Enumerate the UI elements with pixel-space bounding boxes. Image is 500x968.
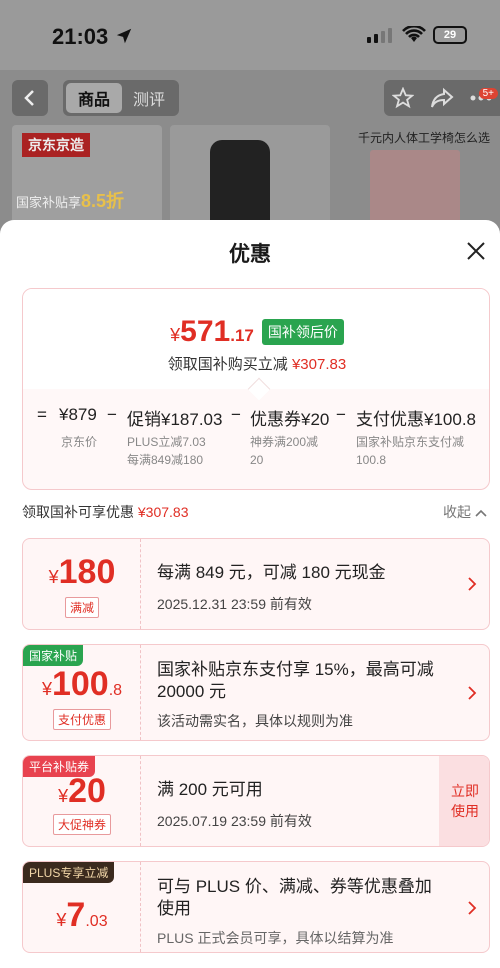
formula-op: − [107,405,117,424]
formula-label: PLUS立减7.03 每满849减180 [127,435,206,467]
battery-icon: 29 [433,26,467,44]
coupon-amount: ¥100.8 [41,665,123,703]
coupon-kind: 支付优惠 [23,709,141,730]
final-price: ¥ 571 .17 国补领后价 [23,315,489,349]
coupon-description: 每满 849 元，可减 180 元现金 [157,563,386,582]
use-now-button[interactable]: 立即 使用 [439,756,489,846]
back-button[interactable] [12,80,48,116]
product-nav-bar: 商品 测评 5+ [0,70,500,125]
banner-brand-image: 京东京造 国家补贴享8.5折 [12,125,162,225]
tab-product[interactable]: 商品 [66,83,122,113]
chevron-right-icon [468,901,477,915]
formula-value: 优惠券¥20 [250,410,330,429]
coupon-kind: 满减 [23,597,141,618]
formula-op: = [37,405,47,424]
close-icon[interactable] [465,240,487,262]
price-summary-card: ¥ 571 .17 国补领后价 领取国补购买立减 ¥307.83 = ¥879 … [22,288,490,490]
total-discount-line: 领取国补购买立减 ¥307.83 [167,356,347,373]
formula-label: 神券满200减 20 [250,435,319,467]
brand-logo: 京东京造 [22,133,90,157]
formula-value: ¥879 [59,405,97,424]
coupon-corner-tag: 国家补贴 [23,645,84,666]
coupon-corner-tag: PLUS专享立减 [23,862,115,883]
status-time: 21:03 [52,24,109,49]
coupon-card-platform[interactable]: 平台补贴券 ¥20 大促神券 满 200 元可用 2025.07.19 23:5… [22,755,490,847]
guide-title: 千元内人体工学椅怎么选 [358,131,491,145]
formula-label: 京东价 [61,435,98,449]
chair-image [210,140,270,225]
coupon-note: PLUS 正式会员可享，具体以结算为准 [157,930,394,946]
cellular-signal-icon [367,28,392,43]
formula-label: 国家补贴京东支付减 100.8 [356,435,465,467]
formula-value: 促销¥187.03 [127,410,223,429]
final-price-area: ¥ 571 .17 国补领后价 领取国补购买立减 ¥307.83 [23,289,489,389]
coupon-card-full-reduction[interactable]: ¥180 满减 每满 849 元，可减 180 元现金 2025.12.31 2… [22,538,490,630]
coupon-validity: 2025.07.19 23:59 前有效 [157,813,312,829]
coupon-validity: 2025.12.31 23:59 前有效 [157,596,312,612]
wifi-icon [402,26,426,42]
formula-op: − [231,405,241,424]
formula-value: 支付优惠¥100.8 [356,410,476,429]
coupon-amount: ¥20 [58,772,106,810]
formula-op: − [336,405,346,424]
section-heading: 领取国补可享优惠 ¥307.83 [22,504,189,520]
notification-badge: 5+ [478,88,498,99]
tab-switcher: 商品 测评 [63,80,179,116]
banner-chair-image [170,125,330,225]
share-icon[interactable] [430,87,454,109]
banner-guide: 千元内人体工学椅怎么选 [350,125,500,225]
price-tag: 国补领后价 [261,319,344,345]
location-arrow-icon [116,28,132,44]
chevron-right-icon [468,577,477,591]
chevron-right-icon [468,686,477,700]
coupon-description: 国家补贴京东支付享 15%，最高可减 20000 元 [157,660,434,701]
coupon-kind: 大促神券 [23,814,141,835]
sheet-title: 优惠 [229,243,271,266]
coupon-amount: ¥180 [48,553,116,591]
coupon-amount: ¥7.03 [56,896,108,934]
coupon-note: 该活动需实名，具体以规则为准 [157,713,353,729]
chevron-left-icon [24,90,34,106]
star-icon[interactable] [392,87,414,109]
product-banner: 京东京造 国家补贴享8.5折 千元内人体工学椅怎么选 [0,125,500,225]
tab-review[interactable]: 测评 [122,86,176,110]
guide-image [370,150,460,225]
status-bar: 21:03 29 [0,0,500,70]
coupon-description: 满 200 元可用 [157,780,263,799]
header-actions: 5+ [384,80,500,116]
discount-sheet: 优惠 ¥ 571 .17 国补领后价 领取国补购买立减 ¥307.83 = ¥8… [0,220,500,968]
subsidy-text: 国家补贴享8.5折 [16,191,125,211]
chevron-up-icon [475,509,487,517]
coupon-card-national-subsidy[interactable]: 国家补贴 ¥100.8 支付优惠 国家补贴京东支付享 15%，最高可减 2000… [22,644,490,741]
collapse-button[interactable]: 收起 [443,502,487,522]
coupon-card-plus[interactable]: PLUS专享立减 ¥7.03 可与 PLUS 价、满减、券等优惠叠加 使用 PL… [22,861,490,953]
coupon-description: 可与 PLUS 价、满减、券等优惠叠加 使用 [157,877,432,918]
